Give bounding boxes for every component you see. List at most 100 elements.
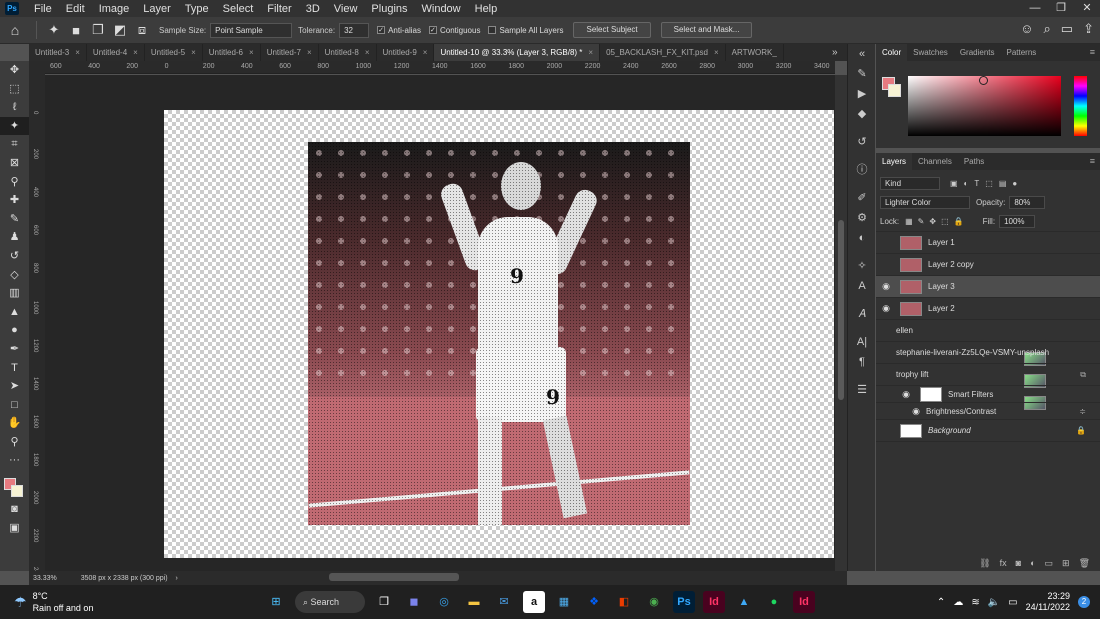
- share-icon[interactable]: ⇪: [1083, 21, 1094, 37]
- rectangle-tool-icon[interactable]: □: [0, 396, 29, 415]
- stamp-tool-icon[interactable]: ♟: [0, 228, 29, 247]
- battery-icon[interactable]: ▭: [1008, 597, 1017, 608]
- close-tab-icon[interactable]: ×: [191, 48, 196, 57]
- clock[interactable]: 23:29 24/11/2022: [1026, 591, 1070, 613]
- layer-row[interactable]: ellen: [876, 320, 1100, 366]
- onedrive-icon[interactable]: ☁: [953, 597, 963, 608]
- tab-gradients[interactable]: Gradients: [954, 44, 1001, 61]
- layer-row[interactable]: Layer 2 copy: [876, 254, 1100, 276]
- sample-size-select[interactable]: Point Sample: [210, 22, 293, 38]
- marquee-tool-icon[interactable]: ⬚: [0, 80, 29, 99]
- more-tabs-icon[interactable]: »: [832, 44, 838, 61]
- type-tool-icon[interactable]: T: [0, 359, 29, 378]
- home-icon[interactable]: ⌂: [0, 22, 30, 38]
- filter-options-icon[interactable]: ≑: [1079, 407, 1086, 416]
- taskbar-search[interactable]: ⌕ Search: [295, 591, 365, 613]
- history-icon[interactable]: ↺: [848, 132, 876, 152]
- magic-wand-tool-icon[interactable]: ✦: [43, 22, 65, 38]
- eyedropper-tool-icon[interactable]: ⚲: [0, 173, 29, 192]
- close-tab-icon[interactable]: ×: [423, 48, 428, 57]
- color-picker-field[interactable]: [908, 76, 1061, 136]
- photoshop-icon[interactable]: Ps: [673, 591, 695, 613]
- clone-source-icon[interactable]: ◐: [848, 228, 876, 248]
- blur-tool-icon[interactable]: ▲: [0, 303, 29, 322]
- menu-3d[interactable]: 3D: [299, 3, 327, 15]
- file-explorer-icon[interactable]: ▬: [463, 591, 485, 613]
- eye-icon[interactable]: ◉: [876, 281, 896, 292]
- windows-start-icon[interactable]: ⊞: [265, 591, 287, 613]
- menu-type[interactable]: Type: [178, 3, 216, 15]
- filter-row[interactable]: ◉ Brightness/Contrast ≑: [876, 403, 1100, 420]
- restore-icon[interactable]: ❐: [1048, 0, 1074, 17]
- background-color-swatch[interactable]: [888, 84, 901, 97]
- info-icon[interactable]: ⓘ: [848, 160, 876, 180]
- close-tab-icon[interactable]: ×: [307, 48, 312, 57]
- document-info[interactable]: 3508 px x 2338 px (300 ppi): [81, 575, 168, 582]
- menu-select[interactable]: Select: [216, 3, 261, 15]
- layer-row[interactable]: ◉ Layer 2: [876, 298, 1100, 320]
- menu-plugins[interactable]: Plugins: [364, 3, 414, 15]
- user-icon[interactable]: ☺: [1020, 21, 1033, 37]
- adjustment-layer-icon[interactable]: ◐: [1030, 558, 1035, 568]
- menu-file[interactable]: File: [27, 3, 59, 15]
- hand-tool-icon[interactable]: ✋: [0, 414, 29, 433]
- menu-edit[interactable]: Edit: [59, 3, 92, 15]
- frame-tool-icon[interactable]: ⊠: [0, 154, 29, 173]
- history-brush-icon[interactable]: ↺: [0, 247, 29, 266]
- trash-icon[interactable]: 🗑: [1079, 558, 1090, 569]
- chevron-up-icon[interactable]: ⌃: [937, 597, 945, 608]
- tab-untitled-5[interactable]: Untitled-5 ×: [145, 44, 203, 61]
- dodge-tool-icon[interactable]: ●: [0, 321, 29, 340]
- smart-filters-row[interactable]: ◉ Smart Filters: [876, 386, 1100, 403]
- halftone-photo[interactable]: 9 9: [308, 142, 690, 525]
- layer-row[interactable]: ◉ Layer 3: [876, 276, 1100, 298]
- lasso-tool-icon[interactable]: ℓ: [0, 98, 29, 117]
- filter-icons[interactable]: ▣◐T⬚▤●: [950, 179, 1023, 188]
- hue-slider[interactable]: [1074, 76, 1087, 136]
- dropbox-icon[interactable]: ❖: [583, 591, 605, 613]
- properties-icon[interactable]: ☰: [848, 380, 876, 400]
- close-tab-icon[interactable]: ×: [75, 48, 80, 57]
- eye-icon[interactable]: ◉: [876, 303, 896, 314]
- quick-mask-icon[interactable]: ◙: [0, 500, 29, 519]
- collapse-panels-icon[interactable]: «: [848, 44, 876, 64]
- tab-channels[interactable]: Channels: [912, 153, 958, 170]
- tab-layers[interactable]: Layers: [876, 153, 913, 170]
- intersect-selection-icon[interactable]: ⧈: [131, 22, 153, 38]
- tab-swatches[interactable]: Swatches: [907, 44, 954, 61]
- paragraph-icon[interactable]: ¶: [848, 352, 876, 372]
- fx-icon[interactable]: fx: [1000, 558, 1007, 568]
- link-layers-icon[interactable]: ⛓: [979, 558, 990, 569]
- background-color-swatch[interactable]: [11, 485, 23, 498]
- tab-untitled-10[interactable]: Untitled-10 @ 33.3% (Layer 3, RGB/8) * ×: [434, 44, 601, 61]
- eye-icon[interactable]: ◉: [896, 389, 916, 400]
- tab-untitled-6[interactable]: Untitled-6 ×: [203, 44, 261, 61]
- close-tab-icon[interactable]: ×: [714, 48, 719, 57]
- weather-widget[interactable]: ☂ 8°C Rain off and on: [14, 590, 93, 614]
- filter-kind-select[interactable]: Kind: [880, 177, 940, 190]
- spotify-icon[interactable]: ●: [763, 591, 785, 613]
- menu-image[interactable]: Image: [92, 3, 137, 15]
- tab-backlash-fx-kit[interactable]: 05_BACKLASH_FX_KIT.psd ×: [600, 44, 726, 61]
- tab-untitled-9[interactable]: Untitled-9 ×: [377, 44, 435, 61]
- panel-menu-icon[interactable]: ≡: [1090, 47, 1095, 57]
- indesign-icon-2[interactable]: Id: [793, 591, 815, 613]
- menu-filter[interactable]: Filter: [260, 3, 298, 15]
- move-tool-icon[interactable]: ✥: [0, 61, 29, 80]
- horizontal-scroll-thumb[interactable]: [329, 573, 459, 581]
- gradient-tool-icon[interactable]: ▥: [0, 284, 29, 303]
- tolerance-input[interactable]: 32: [339, 22, 370, 38]
- amazon-icon[interactable]: a: [523, 591, 545, 613]
- brush-tool-icon[interactable]: ✎: [0, 210, 29, 229]
- photos-icon[interactable]: ▲: [733, 591, 755, 613]
- opacity-input[interactable]: 80%: [1009, 196, 1046, 209]
- indesign-icon[interactable]: Id: [703, 591, 725, 613]
- notification-badge[interactable]: 2: [1078, 596, 1090, 608]
- panel-menu-icon[interactable]: ≡: [1090, 156, 1095, 166]
- screen-mode-icon[interactable]: ▣: [0, 519, 29, 538]
- eraser-tool-icon[interactable]: ◇: [0, 266, 29, 285]
- tab-untitled-8[interactable]: Untitled-8 ×: [319, 44, 377, 61]
- layer-row[interactable]: stephanie-liverani-Zz5LQe-VSMY-unsplash: [876, 342, 1100, 388]
- fill-input[interactable]: 100%: [999, 215, 1036, 228]
- chrome-icon[interactable]: ◉: [643, 591, 665, 613]
